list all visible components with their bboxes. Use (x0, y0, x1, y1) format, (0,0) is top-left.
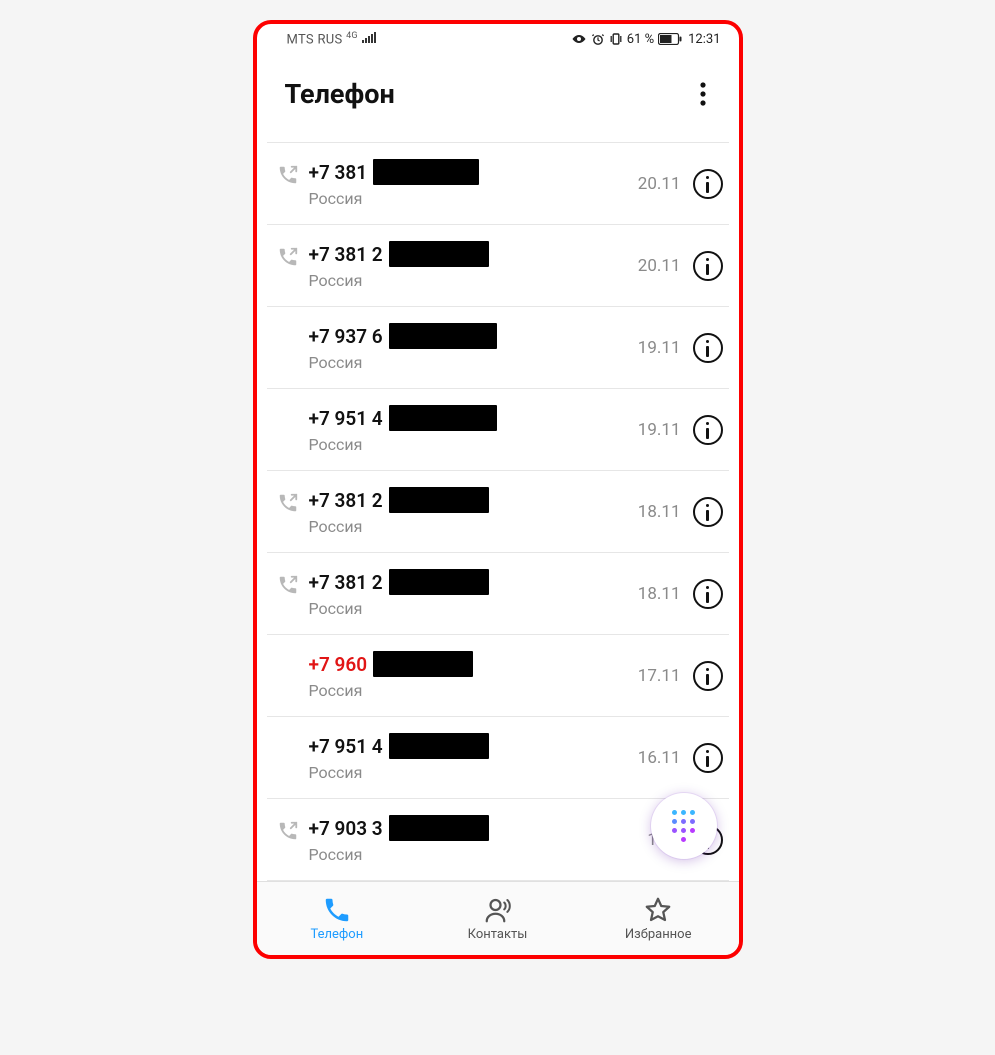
call-number: +7 960 (309, 653, 368, 676)
call-main: +7 381 2 Россия (303, 241, 638, 290)
redacted-segment (373, 159, 479, 185)
page-title: Телефон (285, 78, 395, 110)
call-log-row[interactable]: +7 381 2 Россия20.11 (267, 225, 729, 307)
call-main: +7 960 Россия (303, 651, 638, 700)
status-right: 61 % 12:31 (571, 32, 721, 47)
more-menu-button[interactable] (689, 80, 717, 108)
call-number: +7 381 (309, 161, 368, 184)
call-location: Россия (309, 189, 638, 208)
clock-label: 12:31 (688, 32, 720, 47)
call-location: Россия (309, 599, 638, 618)
redacted-segment (389, 815, 489, 841)
call-location: Россия (309, 353, 638, 372)
outgoing-call-icon (273, 246, 303, 268)
call-number: +7 951 4 (309, 407, 383, 430)
call-date: 19.11 (638, 420, 689, 440)
call-info-button[interactable] (693, 169, 723, 199)
outgoing-call-icon (273, 492, 303, 514)
call-info-button[interactable] (693, 579, 723, 609)
outgoing-call-icon (273, 574, 303, 596)
call-location: Россия (309, 681, 638, 700)
call-number: +7 381 2 (309, 243, 383, 266)
call-number: +7 951 4 (309, 735, 383, 758)
network-badge: 4G (346, 31, 358, 41)
battery-icon (658, 33, 682, 45)
call-date: 20.11 (638, 174, 689, 194)
call-info-button[interactable] (693, 661, 723, 691)
call-main: +7 381 Россия (303, 159, 638, 208)
redacted-segment (389, 241, 489, 267)
bottom-nav: Телефон Контакты Избранное (257, 881, 739, 955)
call-log-row[interactable]: +7 951 4 Россия16.11 (267, 717, 729, 799)
call-date: 17.11 (638, 666, 689, 686)
outgoing-call-icon (273, 820, 303, 842)
nav-favorites-label: Избранное (625, 927, 692, 942)
call-date: 16.11 (638, 748, 689, 768)
call-info-button[interactable] (693, 497, 723, 527)
nav-contacts-label: Контакты (468, 927, 528, 942)
vibrate-icon (609, 32, 623, 46)
contacts-icon (483, 895, 513, 925)
call-log-row[interactable]: +7 381 2 Россия18.11 (267, 471, 729, 553)
redacted-segment (389, 733, 489, 759)
call-date: 18.11 (638, 502, 689, 522)
signal-icon (362, 32, 377, 47)
redacted-segment (389, 487, 489, 513)
more-vertical-icon (700, 82, 706, 106)
call-info-button[interactable] (693, 415, 723, 445)
battery-percent-label: 61 % (627, 32, 654, 47)
call-main: +7 951 4 Россия (303, 405, 638, 454)
phone-screen: MTS RUS 4G 61 % (253, 20, 743, 959)
call-main: +7 381 2 Россия (303, 569, 638, 618)
call-main: +7 903 3 Россия (303, 815, 648, 864)
dialpad-button[interactable] (651, 793, 717, 859)
call-location: Россия (309, 435, 638, 454)
carrier-label: MTS RUS (287, 32, 343, 47)
call-location: Россия (309, 271, 638, 290)
nav-favorites[interactable]: Избранное (578, 882, 739, 955)
call-date: 19.11 (638, 338, 689, 358)
call-log-row[interactable]: +7 951 4 Россия19.11 (267, 389, 729, 471)
call-log-row[interactable]: +7 960 Россия17.11 (267, 635, 729, 717)
call-date: 20.11 (638, 256, 689, 276)
eye-icon (571, 33, 587, 45)
call-number: +7 903 3 (309, 817, 383, 840)
call-info-button[interactable] (693, 251, 723, 281)
call-location: Россия (309, 517, 638, 536)
nav-phone-label: Телефон (310, 927, 363, 942)
call-info-button[interactable] (693, 333, 723, 363)
call-number: +7 381 2 (309, 571, 383, 594)
call-info-button[interactable] (693, 743, 723, 773)
call-log-list: +7 381Россия20.11+7 381 2Россия20.11+7 9… (257, 142, 739, 881)
status-bar: MTS RUS 4G 61 % (257, 24, 739, 52)
header: Телефон (257, 52, 739, 142)
alarm-icon (591, 32, 605, 46)
call-main: +7 381 2 Россия (303, 487, 638, 536)
call-number: +7 381 2 (309, 489, 383, 512)
redacted-segment (389, 323, 497, 349)
nav-contacts[interactable]: Контакты (417, 882, 578, 955)
call-log-row[interactable]: +7 937 6 Россия19.11 (267, 307, 729, 389)
call-date: 18.11 (638, 584, 689, 604)
nav-phone[interactable]: Телефон (257, 882, 418, 955)
call-location: Россия (309, 845, 648, 864)
star-icon (643, 895, 673, 925)
redacted-segment (389, 405, 497, 431)
call-number: +7 937 6 (309, 325, 383, 348)
phone-icon (322, 895, 352, 925)
call-log-row[interactable]: +7 381 Россия20.11 (267, 142, 729, 225)
call-log-row[interactable]: +7 381 2 Россия18.11 (267, 553, 729, 635)
status-carrier: MTS RUS 4G (287, 31, 378, 47)
call-location: Россия (309, 763, 638, 782)
outgoing-call-icon (273, 164, 303, 186)
redacted-segment (373, 651, 473, 677)
dialpad-icon (672, 810, 696, 843)
redacted-segment (389, 569, 489, 595)
call-main: +7 937 6 Россия (303, 323, 638, 372)
call-main: +7 951 4 Россия (303, 733, 638, 782)
